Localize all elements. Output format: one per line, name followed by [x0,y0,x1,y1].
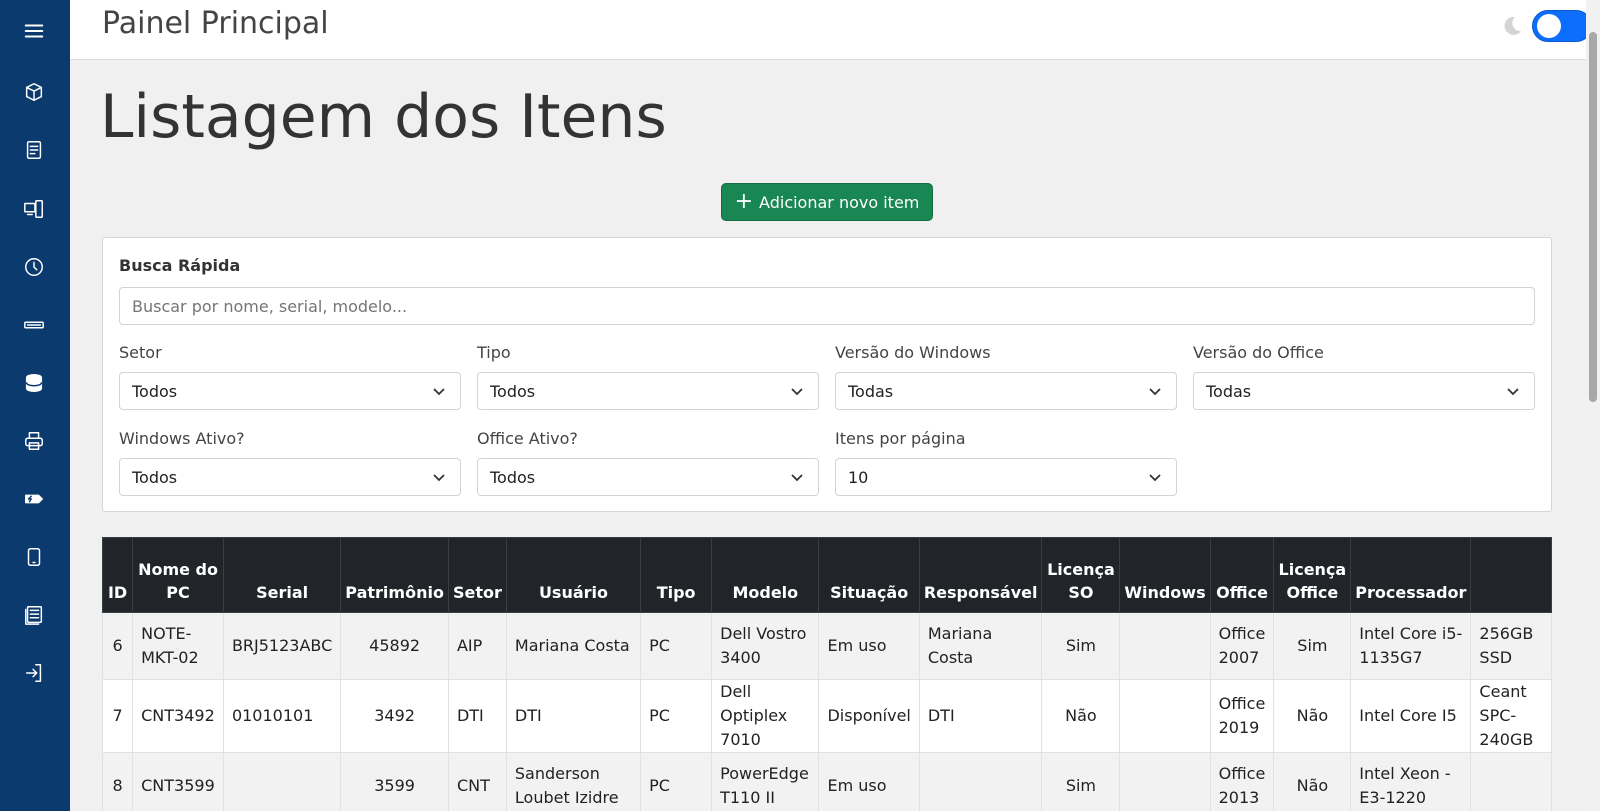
header-licenca-office[interactable]: Licença Office [1273,537,1352,613]
cell-situacao: Em uso [818,752,920,811]
cell-nome-pc: NOTE-MKT-02 [132,612,224,680]
header-serial[interactable]: Serial [222,537,342,613]
scrollbar-thumb[interactable] [1589,32,1597,402]
table-row[interactable]: 6 NOTE-MKT-02 BRJ5123ABC 45892 AIP Maria… [101,612,1552,680]
cell-setor: AIP [447,612,507,680]
cell-processador: Intel Core i5-1135G7 [1350,612,1472,680]
cell-situacao: Em uso [818,612,920,680]
cell-serial [222,752,342,811]
cell-modelo: PowerEdge T110 II [711,752,820,811]
cell-windows [1119,752,1211,811]
cell-responsavel: DTI [918,679,1043,753]
cell-usuario: Mariana Costa [505,612,642,680]
header-extra[interactable] [1470,537,1552,613]
cell-licenca-office: Sim [1273,612,1352,680]
cell-nome-pc: CNT3599 [132,752,224,811]
cell-setor: DTI [447,679,507,753]
cell-tipo: PC [640,612,713,680]
cell-setor: CNT [447,752,507,811]
cell-serial: BRJ5123ABC [222,612,342,680]
cell-patrimonio: 3492 [340,679,449,753]
table-row[interactable]: 7 CNT3492 01010101 3492 DTI DTI PC Dell … [101,679,1552,753]
header-modelo[interactable]: Modelo [711,537,820,613]
header-nome-pc[interactable]: Nome do PC [132,537,224,613]
cell-id: 6 [101,612,134,680]
cell-extra [1470,752,1552,811]
cell-licenca-so: Sim [1041,612,1121,680]
cell-processador: Intel Xeon - E3-1220 [1350,752,1472,811]
table-header-row: ID Nome do PC Serial Patrimônio Setor Us… [101,537,1552,613]
cell-usuario: DTI [505,679,642,753]
header-setor[interactable]: Setor [447,537,507,613]
header-usuario[interactable]: Usuário [505,537,642,613]
cell-office: Office 2013 [1209,752,1275,811]
table-row[interactable]: 8 CNT3599 3599 CNT Sanderson Loubet Izid… [101,752,1552,811]
header-tipo[interactable]: Tipo [640,537,713,613]
cell-responsavel: Mariana Costa [918,612,1043,680]
cell-id: 8 [101,752,134,811]
cell-tipo: PC [640,752,713,811]
header-processador[interactable]: Processador [1350,537,1472,613]
cell-nome-pc: CNT3492 [132,679,224,753]
cell-modelo: Dell Vostro 3400 [711,612,820,680]
cell-patrimonio: 3599 [340,752,449,811]
cell-office: Office 2007 [1209,612,1275,680]
cell-situacao: Disponível [818,679,920,753]
header-office[interactable]: Office [1209,537,1275,613]
cell-extra: 256GB SSD [1470,612,1552,680]
header-situacao[interactable]: Situação [818,537,920,613]
header-responsavel[interactable]: Responsável [918,537,1043,613]
cell-licenca-so: Sim [1041,752,1121,811]
table-viewport: ID Nome do PC Serial Patrimônio Setor Us… [0,0,1552,811]
cell-processador: Intel Core I5 [1350,679,1472,753]
cell-windows [1119,679,1211,753]
cell-usuario: Sanderson Loubet Izidre [505,752,642,811]
items-table: ID Nome do PC Serial Patrimônio Setor Us… [101,537,1552,811]
cell-office: Office 2019 [1209,679,1275,753]
header-patrimonio[interactable]: Patrimônio [340,537,449,613]
cell-patrimonio: 45892 [340,612,449,680]
cell-responsavel [918,752,1043,811]
header-licenca-so[interactable]: Licença SO [1041,537,1121,613]
cell-extra: Ceant SPC-240GB [1470,679,1552,753]
cell-windows [1119,612,1211,680]
cell-licenca-so: Não [1041,679,1121,753]
cell-licenca-office: Não [1273,752,1352,811]
header-id[interactable]: ID [101,537,134,613]
cell-tipo: PC [640,679,713,753]
cell-licenca-office: Não [1273,679,1352,753]
cell-id: 7 [101,679,134,753]
page-scrollbar[interactable] [1586,0,1600,811]
cell-modelo: Dell Optiplex 7010 [711,679,820,753]
cell-serial: 01010101 [222,679,342,753]
header-windows[interactable]: Windows [1119,537,1211,613]
